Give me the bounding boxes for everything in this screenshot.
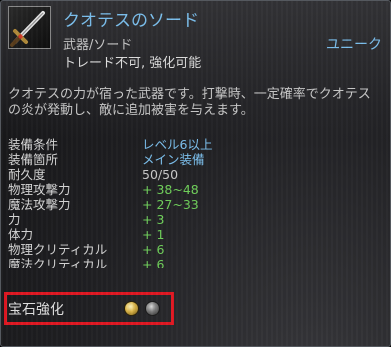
sword-icon — [8, 6, 51, 49]
stat-label: 体力 — [8, 227, 34, 242]
stat-label: 物理攻撃力 — [8, 182, 71, 197]
stat-label: 物理クリティカル — [8, 242, 108, 257]
stat-value: メイン装備 — [142, 152, 205, 167]
stat-row: 物理クリティカル + 6 — [8, 242, 388, 257]
stat-row: 体力 + 1 — [8, 227, 388, 242]
stat-row: 耐久度 50/50 — [8, 167, 388, 182]
item-description: クオテスの力が宿った武器です。打撃時、一定確率でクオテス の炎が発動し、敵に追加… — [8, 87, 371, 118]
stat-label: 耐久度 — [8, 167, 46, 182]
stat-label: 装備箇所 — [8, 152, 59, 167]
stat-row: 装備箇所 メイン装備 — [8, 152, 388, 167]
item-tooltip: クオテスのソード 武器/ソード ユニーク トレード不可, 強化可能 クオテスの力… — [0, 0, 391, 347]
stat-value: + 6 — [142, 257, 165, 268]
stat-value: + 3 — [142, 212, 165, 227]
stat-row: 力 + 3 — [8, 212, 388, 227]
trade-status: トレード不可, 強化可能 — [63, 56, 202, 71]
stat-row: 魔法攻撃力 + 27~33 — [8, 197, 388, 212]
stat-row: 魔法クリティカル + 6 — [8, 257, 388, 268]
item-name: クオテスのソード — [63, 11, 199, 31]
stat-row: 物理攻撃力 + 38~48 — [8, 182, 388, 197]
stat-row: 装備条件 レベル6以上 — [8, 137, 388, 152]
item-type: 武器/ソード — [63, 38, 133, 53]
stat-label: 力 — [8, 212, 21, 227]
stat-label: 魔法攻撃力 — [8, 197, 71, 212]
item-rarity: ユニーク — [326, 37, 382, 53]
stat-label: 魔法クリティカル — [8, 257, 108, 268]
stat-list: 装備条件 レベル6以上 装備箇所 メイン装備 耐久度 50/50 物理攻撃力 +… — [8, 137, 388, 268]
highlight-box — [4, 292, 174, 325]
stat-label: 装備条件 — [8, 137, 59, 152]
stat-value: 50/50 — [142, 167, 179, 182]
stat-value: + 38~48 — [142, 182, 199, 197]
stat-value: + 1 — [142, 227, 165, 242]
stat-value: レベル6以上 — [142, 137, 213, 152]
stat-value: + 6 — [142, 242, 165, 257]
stat-value: + 27~33 — [142, 197, 199, 212]
